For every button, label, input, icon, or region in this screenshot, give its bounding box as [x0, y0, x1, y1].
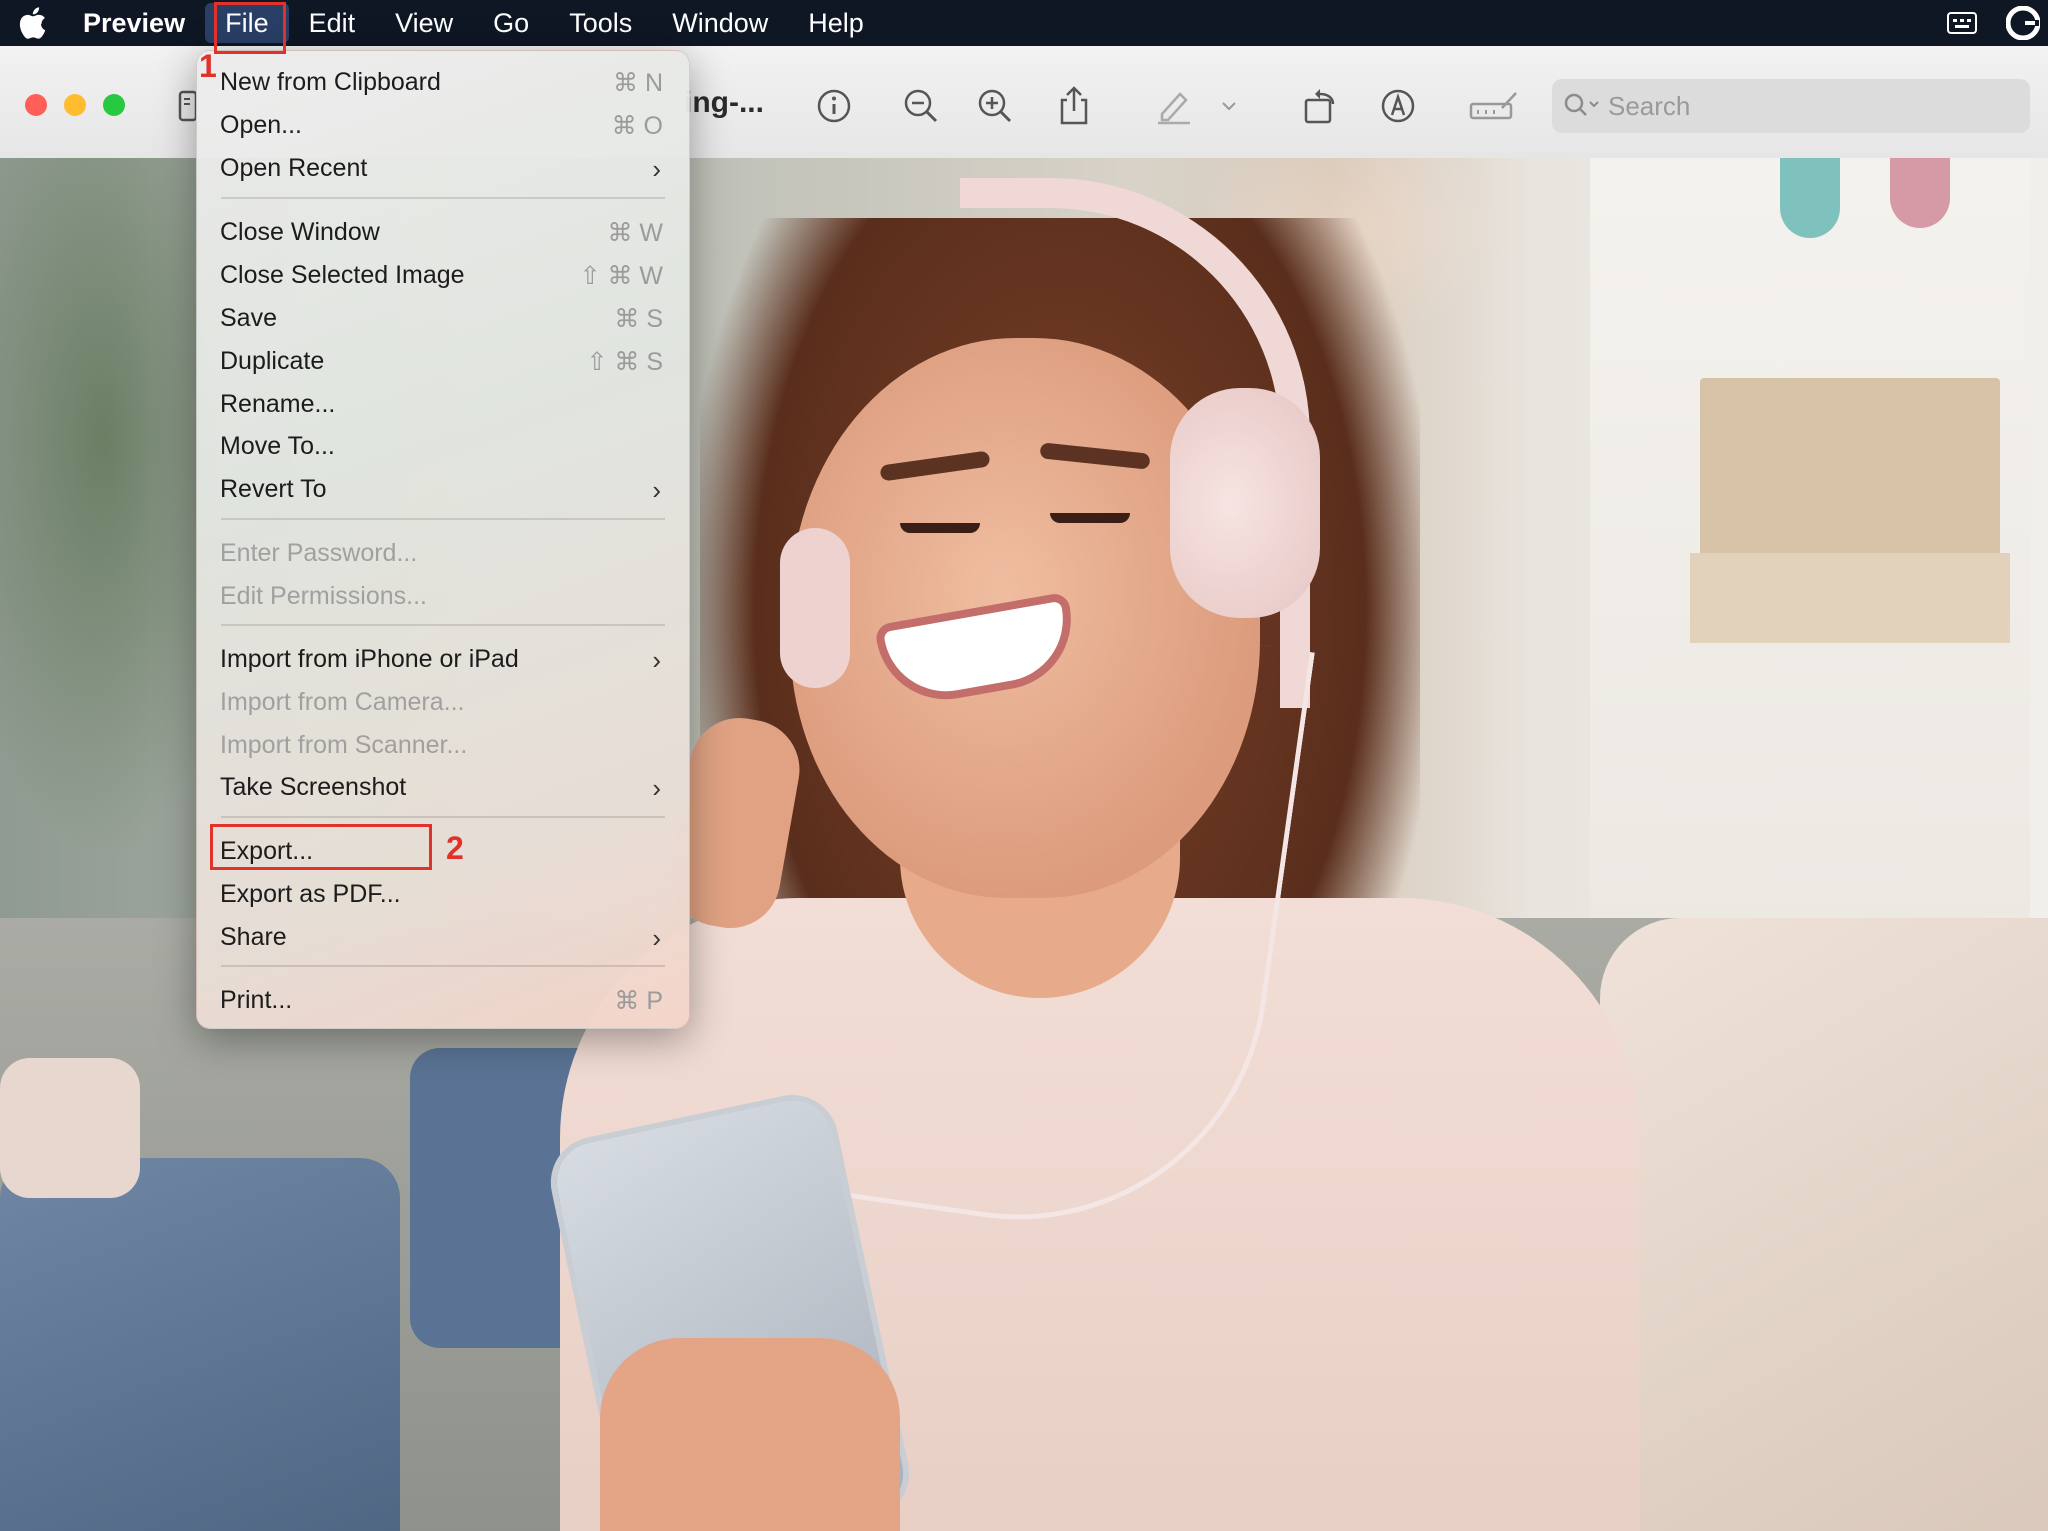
menu-separator	[221, 518, 665, 520]
highlight-icon[interactable]	[1150, 82, 1198, 130]
menu-separator	[221, 965, 665, 967]
shortcut-label: ⇧ ⌘ S	[586, 348, 663, 376]
menu-item-duplicate[interactable]: Duplicate ⇧ ⌘ S	[205, 339, 681, 381]
chevron-right-icon: ›	[652, 154, 661, 184]
shortcut-label: ⌘ O	[611, 112, 663, 140]
menubar-status-area	[1946, 0, 2048, 46]
input-source-icon[interactable]	[1946, 10, 1978, 36]
share-icon[interactable]	[1050, 82, 1098, 130]
zoom-out-icon[interactable]	[897, 82, 945, 130]
vase	[1780, 158, 1840, 238]
menu-edit[interactable]: Edit	[289, 0, 376, 46]
menu-tools[interactable]: Tools	[549, 0, 652, 46]
apple-icon[interactable]	[0, 6, 64, 40]
grammarly-icon[interactable]	[2006, 6, 2040, 40]
shelf-box	[1690, 553, 2010, 643]
menu-item-new-from-clipboard[interactable]: New from Clipboard ⌘ N	[205, 60, 681, 102]
menu-app-name[interactable]: Preview	[64, 0, 205, 46]
search-input[interactable]	[1606, 89, 1990, 123]
annotation-highlight-export	[210, 824, 432, 870]
window-maximize-button[interactable]	[103, 94, 125, 116]
chevron-right-icon: ›	[652, 923, 661, 953]
rotate-icon[interactable]	[1297, 82, 1345, 130]
shortcut-label: ⇧ ⌘ W	[579, 262, 663, 290]
menu-item-enter-password: Enter Password...	[220, 539, 418, 567]
shortcut-label: ⌘ W	[607, 219, 663, 247]
beige-cushion	[1600, 918, 2048, 1531]
menu-separator	[221, 816, 665, 818]
shortcut-label: ⌘ N	[613, 69, 663, 97]
menu-window[interactable]: Window	[652, 0, 788, 46]
menu-item-open-recent[interactable]: Open Recent ›	[205, 146, 681, 188]
menu-item-take-screenshot[interactable]: Take Screenshot ›	[205, 765, 681, 807]
menu-item-import-from-iphone-or-ipad[interactable]: Import from iPhone or iPad ›	[205, 637, 681, 679]
annotation-step-1: 1	[199, 48, 217, 84]
headphone-ear-cup	[1170, 388, 1320, 618]
menu-item-edit-permissions: Edit Permissions...	[220, 582, 428, 610]
menu-bar: Preview File Edit View Go Tools Window H…	[0, 0, 2048, 46]
info-icon[interactable]	[810, 82, 858, 130]
zoom-in-icon[interactable]	[971, 82, 1019, 130]
search-icon	[1562, 91, 1600, 121]
menu-item-export-as-pdf[interactable]: Export as PDF...	[205, 872, 681, 914]
search-field[interactable]	[1552, 79, 2030, 133]
menu-separator	[221, 197, 665, 199]
menu-item-import-from-camera: Import from Camera...	[220, 688, 465, 716]
shortcut-label: ⌘ S	[614, 305, 663, 333]
menu-item-close-selected-image[interactable]: Close Selected Image ⇧ ⌘ W	[205, 253, 681, 295]
menu-item-import-from-scanner: Import from Scanner...	[220, 731, 468, 759]
headphone-ear-cup	[780, 528, 850, 688]
blue-cushion	[0, 1158, 400, 1531]
file-menu-dropdown: New from Clipboard ⌘ N Open... ⌘ O Open Re…	[196, 50, 690, 1029]
window-minimize-button[interactable]	[64, 94, 86, 116]
shortcut-label: ⌘ P	[614, 987, 663, 1015]
menu-item-close-window[interactable]: Close Window ⌘ W	[205, 210, 681, 252]
chevron-down-icon[interactable]	[1219, 82, 1239, 130]
window-close-button[interactable]	[25, 94, 47, 116]
menu-item-revert-to[interactable]: Revert To ›	[205, 467, 681, 509]
annotation-highlight-file-menu	[214, 2, 286, 54]
menu-separator	[221, 624, 665, 626]
menu-item-open[interactable]: Open... ⌘ O	[205, 103, 681, 145]
shelf-box	[1700, 378, 2000, 578]
menu-item-share[interactable]: Share ›	[205, 915, 681, 957]
vase	[1890, 158, 1950, 228]
menu-go[interactable]: Go	[473, 0, 549, 46]
pink-cushion	[0, 1058, 140, 1198]
markup-icon[interactable]	[1374, 82, 1422, 130]
menu-item-save[interactable]: Save ⌘ S	[205, 296, 681, 338]
chevron-right-icon: ›	[652, 773, 661, 803]
sidebar-toggle-icon[interactable]	[178, 90, 198, 127]
menu-view[interactable]: View	[375, 0, 473, 46]
menu-item-print[interactable]: Print... ⌘ P	[205, 978, 681, 1020]
chevron-right-icon: ›	[652, 475, 661, 505]
edit-toolbar-icon[interactable]	[1466, 82, 1522, 130]
chevron-right-icon: ›	[652, 645, 661, 675]
annotation-step-2: 2	[446, 830, 464, 866]
menu-item-rename[interactable]: Rename...	[205, 382, 681, 424]
menu-help[interactable]: Help	[788, 0, 884, 46]
document-title: ing-...	[684, 86, 764, 119]
hand	[600, 1338, 900, 1531]
menu-item-move-to[interactable]: Move To...	[205, 424, 681, 466]
